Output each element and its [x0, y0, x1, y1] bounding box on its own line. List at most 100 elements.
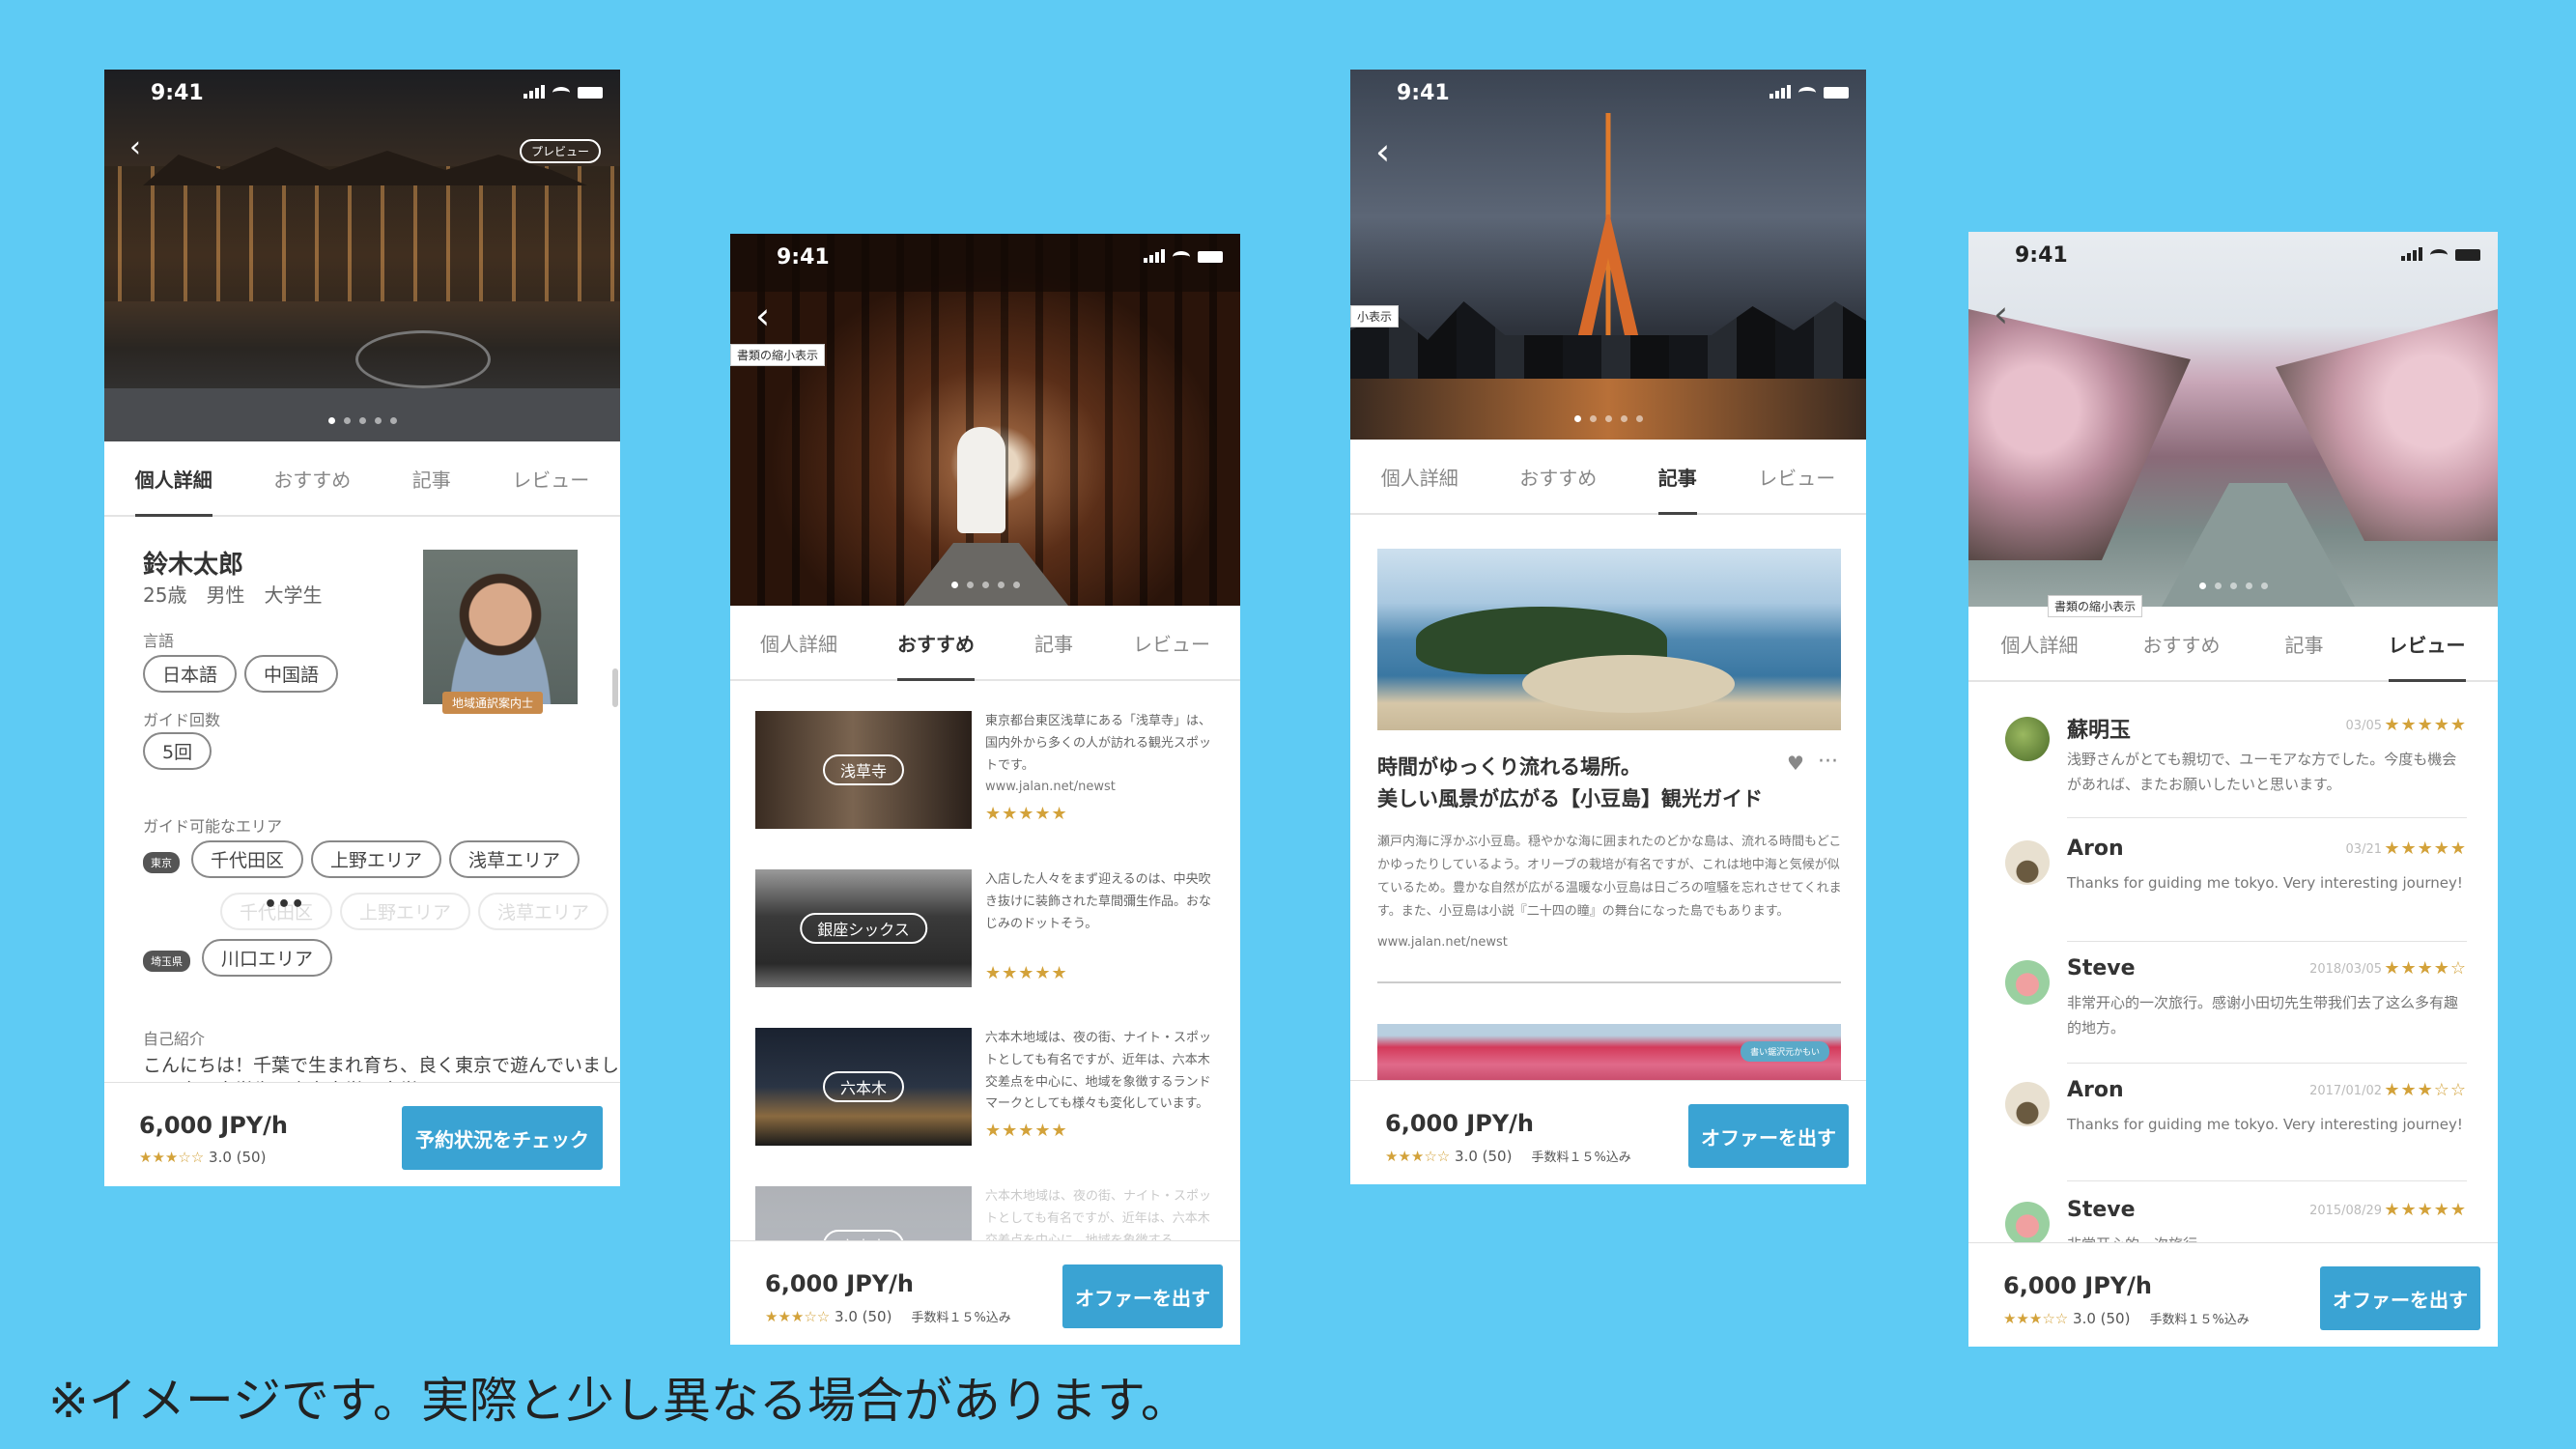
- offer-footer: 6,000 JPY/h ★★★☆☆ 3.0 (50) 手数料１５%込み オファーを…: [730, 1240, 1240, 1345]
- review-date: 2015/08/29: [2309, 1204, 2382, 1218]
- tab-articles[interactable]: 記事: [1657, 440, 1697, 515]
- check-availability-button[interactable]: 予約状況をチェック: [402, 1106, 603, 1170]
- region-badge-tokyo: 東京: [143, 851, 180, 873]
- tab-articles[interactable]: 記事: [1034, 606, 1073, 679]
- tab-articles[interactable]: 記事: [2285, 607, 2324, 680]
- more-options-icon[interactable]: ···: [1818, 750, 1838, 774]
- languages-label: 言語: [143, 632, 175, 650]
- hero-image-chidorigafuchi: [1968, 232, 2498, 607]
- tab-recommend[interactable]: おすすめ: [273, 441, 351, 515]
- tokyo-areas: 東京 千代田区 上野エリア 浅草エリア: [143, 840, 587, 878]
- recommend-card[interactable]: 六本木 六本木地域は、夜の街、ナイト・スポットとしても有名ですが、近年は、六本木…: [755, 1028, 1211, 1163]
- review-date: 03/21: [2345, 842, 2382, 857]
- tab-profile[interactable]: 個人詳細: [760, 606, 837, 679]
- tab-profile[interactable]: 個人詳細: [134, 441, 212, 517]
- hero-image-torii-gates: [730, 234, 1240, 606]
- reviewer-name: Aron: [2067, 837, 2124, 861]
- region-badge-saitama: 埼玉県: [143, 950, 190, 972]
- battery-icon: [578, 87, 603, 99]
- battery-icon: [2455, 249, 2480, 261]
- tab-profile[interactable]: 個人詳細: [2001, 607, 2079, 680]
- reviewer-name: Aron: [2067, 1078, 2124, 1102]
- tab-profile[interactable]: 個人詳細: [1381, 440, 1458, 513]
- make-offer-button[interactable]: オファーを出す: [1062, 1264, 1223, 1328]
- offer-footer: 6,000 JPY/h ★★★☆☆ 3.0 (50) 手数料１５%込み オファーを…: [1350, 1080, 1866, 1184]
- profile-name: 鈴木太郎: [143, 551, 244, 580]
- review-text: Thanks for guiding me tokyo. Very intere…: [2067, 874, 2463, 892]
- areas-label: ガイド可能なエリア: [143, 817, 283, 836]
- signal-icon: [1144, 249, 1165, 263]
- wifi-icon: [2430, 249, 2448, 261]
- hero-image-tokyo-tower: [1350, 70, 1866, 440]
- rating-stars: ★★★☆☆: [139, 1149, 205, 1166]
- tab-reviews[interactable]: レビュー: [1133, 606, 1210, 679]
- price: 6,000 JPY/h: [1385, 1110, 1535, 1137]
- back-chevron-icon[interactable]: ‹: [755, 298, 770, 334]
- area-pill: 千代田区: [191, 840, 304, 878]
- thumbnail-chip: 書類の縮小表示: [730, 344, 826, 366]
- preview-button[interactable]: プレビュー: [519, 139, 601, 163]
- make-offer-button[interactable]: オファーを出す: [2320, 1266, 2480, 1330]
- scrollbar[interactable]: [612, 668, 618, 707]
- card-label: 浅草寺: [822, 754, 905, 785]
- rating-value: 3.0 (50): [2073, 1310, 2131, 1327]
- tab-recommend[interactable]: おすすめ: [2143, 607, 2221, 680]
- card-text: 東京都台東区浅草にある「浅草寺」は、国内外から多くの人が訪れる観光スポットです。: [985, 714, 1212, 773]
- intro-label: 自己紹介: [143, 1030, 206, 1048]
- phone-reviews-screen: 9:41 ‹ 書類の縮小表示 個人詳細 おすすめ 記事 レビュー 蘇明玉 03/…: [1968, 232, 2498, 1347]
- tab-recommend[interactable]: おすすめ: [897, 606, 975, 681]
- price: 6,000 JPY/h: [139, 1112, 289, 1139]
- guide-count-label: ガイド回数: [143, 711, 221, 729]
- heart-icon[interactable]: ♥: [1787, 752, 1804, 775]
- card-stars: ★★★★★: [985, 963, 1068, 984]
- article-title[interactable]: 時間がゆっくり流れる場所。 美しい風景が広がる【小豆島】観光ガイド: [1377, 752, 1763, 814]
- make-offer-button[interactable]: オファーを出す: [1688, 1104, 1849, 1168]
- tab-reviews[interactable]: レビュー: [1758, 440, 1835, 513]
- status-bar: 9:41: [104, 70, 620, 118]
- tab-reviews[interactable]: レビュー: [2388, 607, 2466, 682]
- card-url[interactable]: www.jalan.net/newst: [985, 777, 1217, 799]
- review-date: 2018/03/05: [2309, 962, 2382, 977]
- card-stars: ★★★★★: [985, 804, 1068, 824]
- status-bar: 9:41: [1968, 232, 2498, 280]
- back-chevron-icon[interactable]: ‹: [1375, 133, 1390, 170]
- wifi-icon: [552, 87, 570, 99]
- recommend-card[interactable]: 浅草寺 東京都台東区浅草にある「浅草寺」は、国内外から多くの人が訪れる観光スポッ…: [755, 711, 1212, 846]
- disclaimer-note: ※イメージです。実際と少し異なる場合があります。: [48, 1373, 1189, 1429]
- show-more-button[interactable]: •••: [264, 893, 304, 917]
- back-chevron-icon[interactable]: ‹: [1994, 296, 2008, 332]
- avatar: [423, 550, 578, 704]
- phone-articles-screen: 9:41 ‹ 小表示 個人詳細 おすすめ 記事 レビュー 時間がゆっくり流れる場…: [1350, 70, 1866, 1184]
- card-text: 入店した人々をまず迎えるのは、中央吹き抜けに装飾された草間彌生作品。おなじみのド…: [985, 872, 1212, 931]
- review-date: 03/05: [2345, 719, 2382, 733]
- fee-note: 手数料１５%込み: [911, 1311, 1011, 1325]
- status-bar: 9:41: [1350, 70, 1866, 118]
- signal-icon: [2401, 247, 2422, 261]
- card-thumbnail: 浅草寺: [755, 711, 972, 829]
- tab-reviews[interactable]: レビュー: [512, 441, 589, 515]
- article-url[interactable]: www.jalan.net/newst: [1377, 935, 1508, 950]
- review-stars: ★★★★★: [2384, 838, 2467, 859]
- article-image-next[interactable]: 書い鋸沢元かもい: [1377, 1024, 1841, 1082]
- status-time: 9:41: [1397, 81, 1450, 105]
- area-pill: 上野エリア: [311, 840, 442, 878]
- status-time: 9:41: [151, 81, 204, 105]
- status-time: 9:41: [2015, 243, 2068, 268]
- reviewer-name: 蘇明玉: [2067, 719, 2132, 743]
- card-thumbnail: 六本木: [755, 1028, 972, 1146]
- article-divider: [1377, 981, 1841, 983]
- hero-image-tokyo-station: [104, 70, 620, 441]
- recommend-card[interactable]: 銀座シックス 入店した人々をまず迎えるのは、中央吹き抜けに装飾された草間彌生作品…: [755, 869, 1212, 1005]
- tab-articles[interactable]: 記事: [412, 441, 451, 515]
- article-image-shodoshima[interactable]: [1377, 549, 1841, 730]
- thumbnail-chip: 小表示: [1350, 305, 1400, 327]
- reviewer-avatar: [2005, 840, 2050, 885]
- guide-count-value: 5回: [143, 732, 212, 770]
- card-thumbnail: 銀座シックス: [755, 869, 972, 987]
- battery-icon: [1198, 251, 1223, 263]
- back-chevron-icon[interactable]: ‹: [129, 133, 141, 162]
- tab-recommend[interactable]: おすすめ: [1519, 440, 1597, 513]
- offer-footer: 6,000 JPY/h ★★★☆☆ 3.0 (50) 手数料１５%込み オファーを…: [1968, 1242, 2498, 1347]
- fee-note: 手数料１５%込み: [2149, 1313, 2250, 1327]
- thumbnail-chip: 書類の縮小表示: [2048, 595, 2143, 617]
